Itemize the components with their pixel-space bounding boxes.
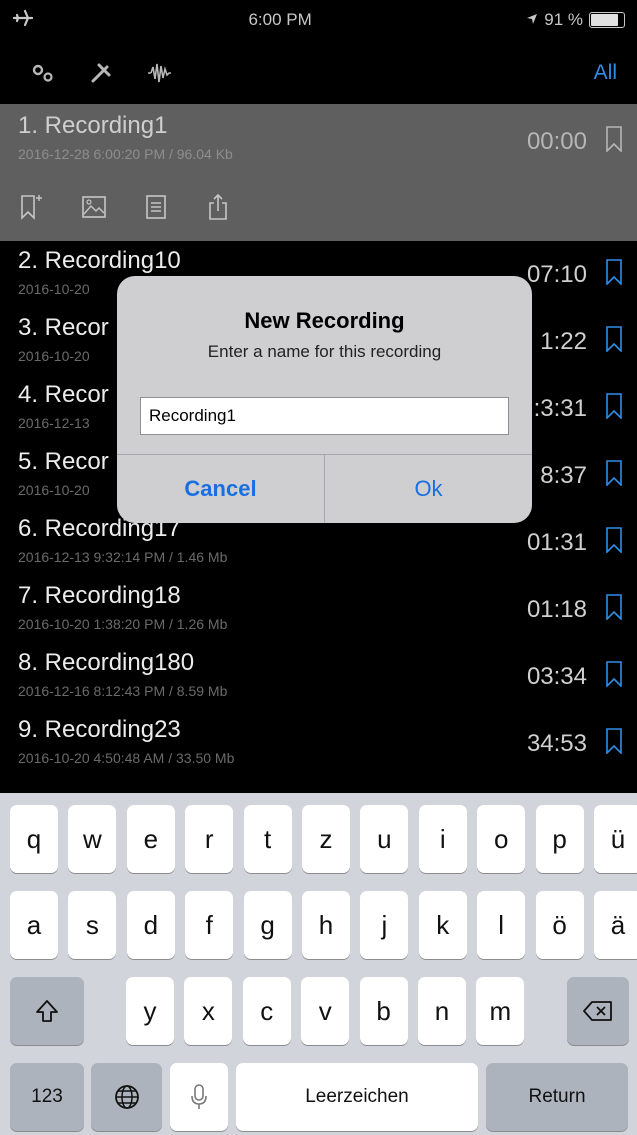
location-icon: [526, 10, 538, 30]
key-w[interactable]: w: [68, 805, 117, 873]
share-icon[interactable]: [204, 192, 232, 222]
key-f[interactable]: f: [185, 891, 234, 959]
return-key[interactable]: Return: [486, 1063, 628, 1131]
keyboard: qwertzuiopü asdfghjklöä yxcvbnm 123 Leer…: [0, 793, 637, 1135]
key-j[interactable]: j: [360, 891, 409, 959]
key-u[interactable]: u: [360, 805, 409, 873]
bookmark-icon[interactable]: [605, 594, 623, 620]
recording-row[interactable]: 8. Recording180 2016-12-16 8:12:43 PM / …: [0, 643, 637, 710]
key-o[interactable]: o: [477, 805, 526, 873]
status-bar: 6:00 PM 91 %: [0, 0, 637, 40]
recording-duration: 07:10: [526, 261, 587, 288]
bookmark-icon[interactable]: [605, 126, 623, 152]
key-b[interactable]: b: [359, 977, 408, 1045]
key-p[interactable]: p: [535, 805, 584, 873]
bookmark-icon[interactable]: [605, 460, 623, 486]
key-ö[interactable]: ö: [535, 891, 584, 959]
shift-key[interactable]: [10, 977, 84, 1045]
recording-duration: 8:37: [540, 462, 587, 489]
bookmark-icon[interactable]: [605, 393, 623, 419]
key-x[interactable]: x: [184, 977, 233, 1045]
bookmark-icon[interactable]: [605, 728, 623, 754]
bookmark-icon[interactable]: [605, 527, 623, 553]
recording-row[interactable]: 9. Recording23 2016-10-20 4:50:48 AM / 3…: [0, 710, 637, 777]
keyboard-row-1: qwertzuiopü: [0, 805, 637, 873]
settings-icon[interactable]: [14, 53, 72, 93]
key-q[interactable]: q: [10, 805, 58, 873]
recording-duration: 1:22: [540, 328, 587, 355]
add-bookmark-icon[interactable]: [18, 192, 46, 222]
key-z[interactable]: z: [302, 805, 350, 873]
battery-icon: [589, 12, 625, 28]
key-t[interactable]: t: [243, 805, 292, 873]
recording-duration: 01:31: [526, 529, 587, 556]
key-c[interactable]: c: [242, 977, 291, 1045]
microphone-key[interactable]: [170, 1063, 228, 1131]
keyboard-row-2: asdfghjklöä: [0, 891, 637, 959]
key-h[interactable]: h: [302, 891, 350, 959]
waveform-icon[interactable]: [130, 53, 188, 93]
key-r[interactable]: r: [185, 805, 234, 873]
globe-icon: [114, 1085, 139, 1109]
key-e[interactable]: e: [126, 805, 175, 873]
recording-row[interactable]: 1. Recording1 2016-12-28 6:00:20 PM / 96…: [0, 104, 637, 241]
new-recording-dialog: New Recording Enter a name for this reco…: [117, 276, 532, 523]
key-v[interactable]: v: [301, 977, 350, 1045]
image-icon[interactable]: [80, 192, 108, 222]
recording-duration: 03:34: [526, 663, 587, 690]
key-k[interactable]: k: [418, 891, 467, 959]
key-ä[interactable]: ä: [594, 891, 637, 959]
bookmark-icon[interactable]: [605, 259, 623, 285]
recording-duration: 00:00: [526, 128, 587, 155]
space-key[interactable]: Leerzeichen: [236, 1063, 478, 1131]
key-g[interactable]: g: [243, 891, 292, 959]
all-button[interactable]: All: [594, 61, 623, 85]
key-s[interactable]: s: [68, 891, 117, 959]
key-m[interactable]: m: [476, 977, 525, 1045]
numbers-key[interactable]: 123: [10, 1063, 84, 1131]
toolbar: All: [0, 44, 637, 102]
key-d[interactable]: d: [126, 891, 175, 959]
recording-duration: 01:18: [526, 596, 587, 623]
cancel-button[interactable]: Cancel: [117, 455, 325, 523]
keyboard-row-4: 123 Leerzeichen Return: [0, 1063, 637, 1131]
key-i[interactable]: i: [418, 805, 467, 873]
ok-button[interactable]: Ok: [325, 455, 532, 523]
recording-duration: 34:53: [526, 730, 587, 757]
recording-row[interactable]: 7. Recording18 2016-10-20 1:38:20 PM / 1…: [0, 576, 637, 643]
notes-icon[interactable]: [142, 192, 170, 222]
recording-name-input[interactable]: [140, 397, 509, 435]
key-n[interactable]: n: [418, 977, 466, 1045]
key-ü[interactable]: ü: [594, 805, 637, 873]
dialog-title: New Recording: [244, 308, 405, 333]
bookmark-icon[interactable]: [605, 326, 623, 352]
bookmark-icon[interactable]: [605, 661, 623, 687]
key-y[interactable]: y: [126, 977, 174, 1045]
backspace-key[interactable]: [567, 977, 629, 1045]
battery-percent: 91 %: [544, 10, 583, 29]
status-time: 6:00 PM: [248, 10, 312, 29]
dialog-message: Enter a name for this recording: [207, 342, 442, 361]
microphone-icon: [191, 1084, 207, 1109]
keyboard-row-3: yxcvbnm: [0, 977, 637, 1045]
globe-key[interactable]: [91, 1063, 162, 1131]
airplane-mode-icon: [12, 9, 34, 32]
key-l[interactable]: l: [477, 891, 526, 959]
key-a[interactable]: a: [10, 891, 58, 959]
recording-duration: :3:31: [533, 395, 587, 422]
tools-icon[interactable]: [72, 53, 130, 93]
